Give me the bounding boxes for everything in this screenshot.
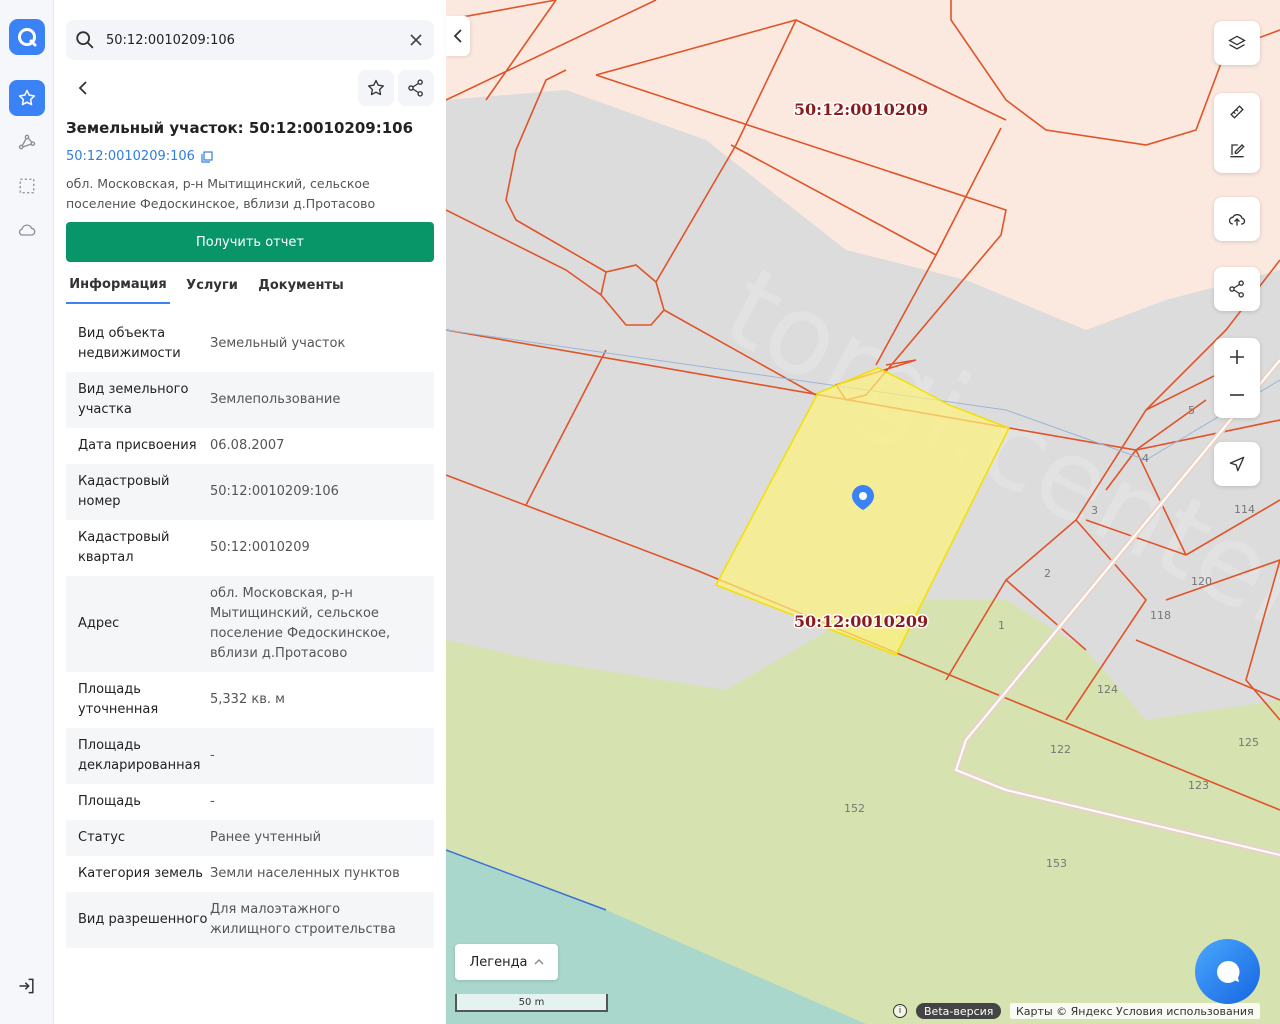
upload-cloud-icon[interactable] — [1214, 197, 1260, 241]
info-icon[interactable]: i — [893, 1004, 907, 1018]
clear-search-icon[interactable] — [406, 30, 426, 50]
parcel-number: 122 — [1050, 743, 1071, 756]
search-input[interactable] — [106, 20, 396, 60]
map-scale: 50 m — [455, 994, 608, 1014]
table-row: Кадастровый номер 50:12:0010209:106 — [66, 464, 434, 520]
info-table: Вид объекта недвижимости Земельный участо… — [66, 316, 434, 957]
residential-zone — [446, 0, 1280, 330]
table-row: Вид объекта недвижимости Земельный участо… — [78, 326, 346, 361]
chat-bubble-icon — [1216, 960, 1239, 983]
quarter-label: 50:12:0010209 — [794, 100, 928, 119]
edit-icon[interactable] — [1214, 131, 1260, 169]
left-rail — [0, 0, 54, 1024]
navigation-arrow-icon[interactable] — [1214, 442, 1260, 486]
parcel-number: 118 — [1150, 609, 1171, 622]
parcel-number: 4 — [1142, 452, 1149, 465]
map-attribution[interactable]: Карты © Яндекс Условия использования — [1010, 1003, 1260, 1019]
chat-button[interactable] — [1195, 939, 1260, 1004]
collapse-panel-button[interactable] — [446, 16, 470, 56]
table-row: Площадь - — [78, 794, 215, 809]
table-row: Площадь уточненная 5,332 кв. м — [78, 682, 285, 717]
share-button[interactable] — [398, 70, 434, 106]
share-icon[interactable] — [1214, 267, 1260, 311]
info-panel: Земельный участок: 50:12:0010209:106 50:… — [54, 0, 446, 1024]
cadastral-link[interactable]: 50:12:0010209:106 — [66, 149, 213, 164]
tabs: Информация Услуги Документы — [66, 266, 434, 306]
parcel-number: 3 — [1091, 504, 1098, 517]
app-root: Земельный участок: 50:12:0010209:106 50:… — [0, 0, 1280, 1024]
zoom-in-icon[interactable] — [1214, 338, 1260, 376]
scale-label: 50 m — [518, 997, 545, 1008]
search-icon — [74, 29, 96, 55]
favorite-button[interactable] — [358, 70, 394, 106]
cloud-icon[interactable] — [9, 212, 45, 248]
parcel-number: 152 — [844, 802, 865, 815]
parcel-number: 120 — [1191, 575, 1212, 588]
tab-services[interactable]: Услуги — [180, 266, 244, 304]
route-icon[interactable] — [9, 124, 45, 160]
star-icon — [368, 79, 384, 96]
zoom-control — [1214, 338, 1260, 418]
parcel-number: 1 — [998, 619, 1005, 632]
tab-info[interactable]: Информация — [66, 266, 170, 304]
beta-badge: Beta-версия — [916, 1003, 1002, 1019]
geolocation-control — [1214, 442, 1260, 486]
table-row: Адрес обл. Московская, р-н Мытищинский, с… — [66, 576, 434, 672]
table-row: Категория земель Земли населенных пунктов — [78, 866, 400, 881]
quarter-label: 50:12:0010209 — [794, 612, 928, 631]
table-row: Кадастровый квартал 50:12:0010209 — [78, 530, 310, 565]
address-text: обл. Московская, р-н Мытищинский, сельск… — [66, 176, 376, 211]
get-report-button[interactable]: Получить отчет — [66, 222, 434, 262]
cadastral-link-text[interactable]: 50:12:0010209:106 — [66, 149, 195, 164]
parcel-number: 5 — [1188, 404, 1195, 417]
layers-icon[interactable] — [1214, 21, 1260, 65]
page-title: Земельный участок: 50:12:0010209:106 — [66, 119, 413, 137]
legend-button[interactable]: Легенда — [455, 944, 558, 980]
parcel-number: 153 — [1046, 857, 1067, 870]
copy-icon[interactable] — [201, 150, 213, 163]
logo-icon[interactable] — [9, 19, 45, 55]
parcel-number: 2 — [1044, 567, 1051, 580]
select-area-icon[interactable] — [9, 168, 45, 204]
search-box — [66, 20, 434, 60]
zoom-out-icon[interactable] — [1214, 376, 1260, 414]
tools-control — [1214, 93, 1260, 173]
back-button[interactable] — [66, 70, 102, 106]
parcel-number: 125 — [1238, 736, 1259, 749]
table-row: Дата присвоения 06.08.2007 — [78, 438, 285, 453]
legend-label: Легенда — [469, 954, 528, 970]
table-row: Площадь декларированная - — [66, 728, 434, 784]
favorites-icon[interactable] — [9, 80, 45, 116]
chevron-left-icon — [453, 29, 462, 43]
chevron-up-icon — [534, 959, 544, 965]
table-row: Статус Ранее учтенный — [66, 820, 434, 856]
table-row: Вид разрешенного Для малоэтажного жилищно… — [66, 892, 434, 948]
map-share-control — [1214, 267, 1260, 311]
map-canvas[interactable]: torgi.center — [446, 0, 1280, 1024]
logout-icon[interactable] — [9, 968, 45, 1004]
parcel-number: 124 — [1097, 683, 1118, 696]
layers-control — [1214, 21, 1260, 65]
ruler-icon[interactable] — [1214, 93, 1260, 131]
table-row: Вид земельного участка Землепользование — [66, 372, 434, 428]
parcel-number: 114 — [1234, 503, 1255, 516]
upload-control — [1214, 197, 1260, 241]
parcel-number: 123 — [1188, 779, 1209, 792]
share-icon — [408, 79, 423, 97]
tab-documents[interactable]: Документы — [258, 266, 344, 304]
